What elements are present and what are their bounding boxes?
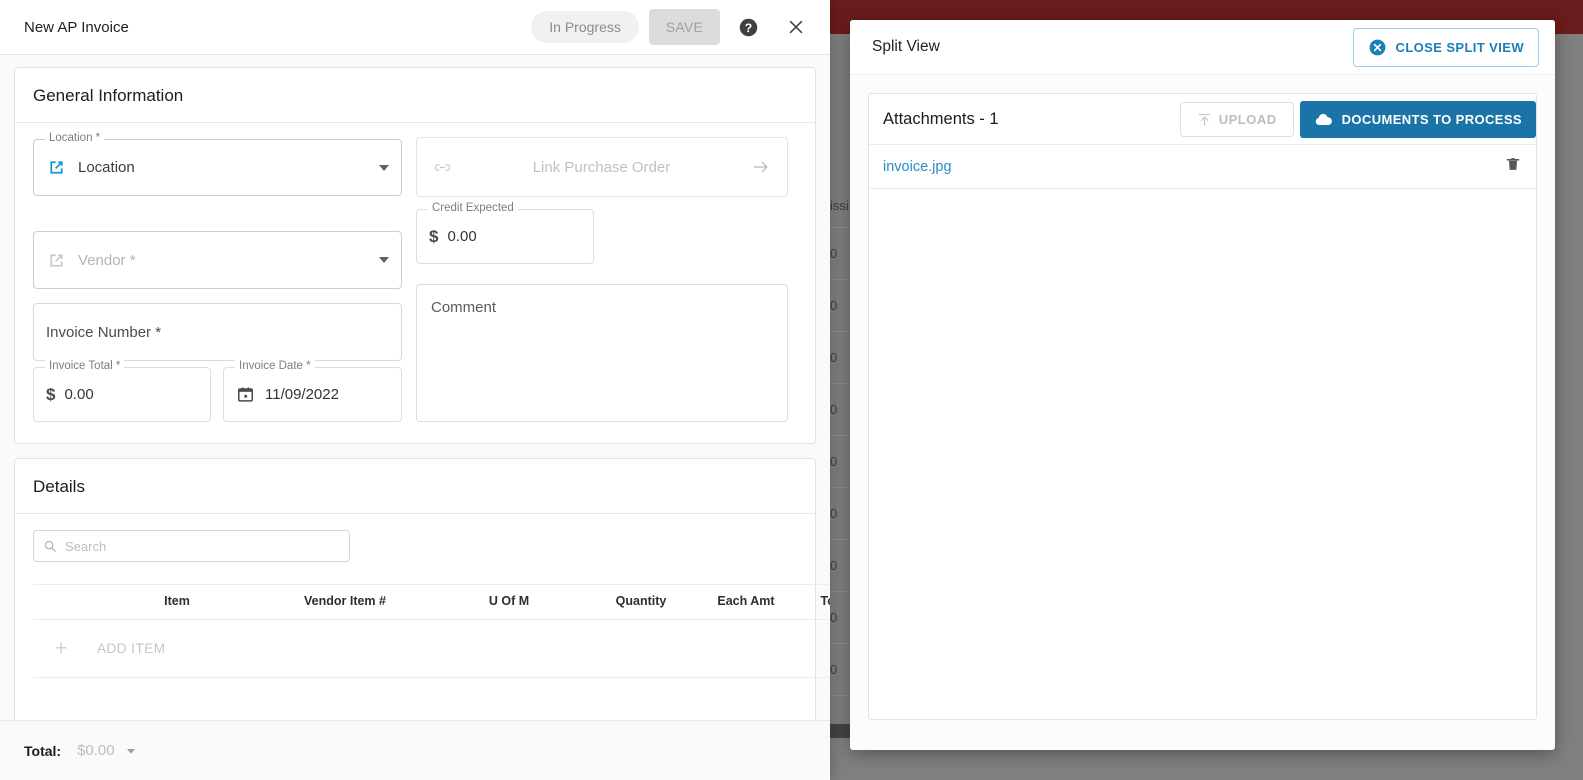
close-circle-icon	[1368, 38, 1387, 57]
invoice-total-value: 0.00	[64, 386, 94, 403]
arrow-right-icon[interactable]	[751, 157, 771, 177]
general-information-heading: General Information	[15, 68, 815, 123]
search-field[interactable]	[33, 530, 350, 562]
dialog-footer: Total: $0.00	[0, 720, 830, 780]
invoice-number-placeholder: Invoice Number *	[46, 323, 162, 341]
attachment-file-link[interactable]: invoice.jpg	[883, 159, 952, 175]
search-input[interactable]	[65, 538, 340, 554]
details-table: Item Vendor Item # U Of M Quantity Each …	[33, 584, 830, 720]
page-title: New AP Invoice	[24, 18, 129, 36]
invoice-date-value: 11/09/2022	[265, 386, 339, 403]
details-empty-row	[33, 677, 830, 720]
total-label: Total:	[24, 742, 62, 759]
search-icon	[43, 539, 57, 553]
details-body: Item Vendor Item # U Of M Quantity Each …	[15, 514, 830, 720]
upload-button[interactable]: UPLOAD	[1179, 101, 1294, 137]
invoice-number-value-row: Invoice Number *	[34, 304, 401, 360]
add-item-row[interactable]: + ADD ITEM	[33, 619, 830, 678]
link-purchase-order-placeholder: Link Purchase Order	[532, 158, 671, 176]
close-split-view-button[interactable]: CLOSE SPLIT VIEW	[1352, 27, 1539, 67]
calendar-icon[interactable]	[236, 385, 255, 404]
dialog-header: New AP Invoice In Progress SAVE ?	[0, 0, 830, 55]
attachments-header: Attachments - 1 UPLOAD DOCUMENTS TO PROC…	[869, 94, 1536, 145]
invoice-date-value-row: 11/09/2022	[224, 368, 401, 421]
vendor-value-row: Vendor *	[34, 232, 401, 288]
open-in-new-icon	[46, 250, 67, 271]
total-value: $0.00	[77, 742, 115, 759]
plus-icon[interactable]: +	[33, 619, 97, 678]
details-card: Details Item	[14, 458, 830, 720]
vendor-field[interactable]: Vendor *	[33, 231, 402, 289]
invoice-date-field[interactable]: Invoice Date * 11/09/2022	[223, 360, 402, 422]
credit-expected-value-row: $ 0.00	[417, 210, 593, 263]
cloud-icon	[1314, 112, 1333, 127]
add-item-label: ADD ITEM	[97, 619, 830, 678]
credit-expected-value: 0.00	[447, 228, 477, 245]
status-badge: In Progress	[531, 11, 639, 43]
details-table-header-row: Item Vendor Item # U Of M Quantity Each …	[33, 584, 830, 620]
column-header-total: Total	[795, 584, 830, 620]
close-split-view-label: CLOSE SPLIT VIEW	[1395, 39, 1524, 55]
chevron-down-icon[interactable]	[379, 257, 389, 263]
currency-symbol: $	[429, 226, 439, 246]
split-view-panel: Split View CLOSE SPLIT VIEW Attachments …	[850, 20, 1555, 750]
upload-label: UPLOAD	[1218, 111, 1277, 127]
invoice-total-value-row: $ 0.00	[34, 368, 210, 421]
column-header-each-amt: Each Amt	[697, 584, 795, 620]
svg-text:?: ?	[744, 20, 751, 34]
trash-icon[interactable]	[1504, 154, 1522, 179]
location-value: Location	[78, 159, 135, 176]
column-header-uofm: U Of M	[433, 584, 585, 620]
close-icon[interactable]	[776, 7, 816, 47]
general-information-card: General Information Location * Location	[14, 67, 816, 444]
location-value-row: Location	[34, 140, 401, 195]
currency-symbol: $	[46, 384, 56, 404]
general-information-body: Location * Location Link Purchase Order …	[15, 123, 815, 443]
new-ap-invoice-dialog: New AP Invoice In Progress SAVE ? Genera…	[0, 0, 830, 780]
comment-placeholder: Comment	[431, 299, 497, 316]
attachments-card: Attachments - 1 UPLOAD DOCUMENTS TO PROC…	[868, 93, 1537, 720]
chevron-down-icon[interactable]	[379, 164, 389, 171]
split-view-header: Split View CLOSE SPLIT VIEW	[850, 20, 1555, 75]
open-in-new-icon	[46, 157, 67, 178]
invoice-number-field[interactable]: Invoice Number *	[33, 303, 402, 361]
help-circle-icon[interactable]: ?	[728, 7, 768, 47]
attachments-title: Attachments - 1	[883, 109, 999, 128]
save-button[interactable]: SAVE	[648, 9, 720, 45]
dialog-body: General Information Location * Location	[0, 55, 830, 720]
link-icon	[433, 158, 452, 177]
column-header-vendor-item: Vendor Item #	[257, 584, 433, 620]
credit-expected-field[interactable]: Credit Expected $ 0.00	[416, 202, 594, 264]
caret-down-icon[interactable]	[123, 743, 139, 759]
details-heading: Details	[15, 459, 815, 514]
invoice-total-field[interactable]: Invoice Total * $ 0.00	[33, 360, 211, 422]
upload-icon	[1197, 112, 1212, 127]
comment-field[interactable]: Comment	[416, 284, 788, 422]
link-purchase-order-field[interactable]: Link Purchase Order	[416, 137, 788, 197]
location-field[interactable]: Location * Location	[33, 132, 402, 196]
column-header-quantity: Quantity	[585, 584, 697, 620]
column-header-blank	[33, 584, 97, 620]
attachment-list-item: invoice.jpg	[869, 145, 1536, 189]
split-view-title: Split View	[872, 38, 940, 55]
documents-to-process-button[interactable]: DOCUMENTS TO PROCESS	[1299, 100, 1536, 138]
documents-to-process-label: DOCUMENTS TO PROCESS	[1341, 111, 1522, 127]
vendor-placeholder: Vendor *	[78, 251, 136, 269]
column-header-item: Item	[97, 584, 257, 620]
